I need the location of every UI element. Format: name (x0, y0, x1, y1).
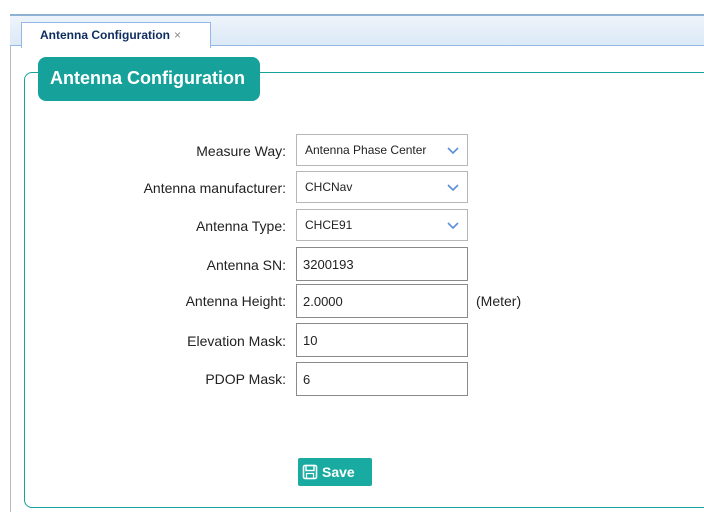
elevation-mask-label: Elevation Mask: (187, 333, 286, 349)
panel-title: Antenna Configuration (38, 57, 260, 101)
measure-way-value: Antenna Phase Center (305, 143, 427, 157)
antenna-type-label: Antenna Type: (195, 218, 286, 234)
manufacturer-label: Antenna manufacturer: (143, 180, 286, 196)
antenna-sn-input[interactable] (296, 247, 468, 281)
antenna-type-value: CHCE91 (305, 218, 353, 232)
tab-antenna-configuration[interactable]: Antenna Configuration × (21, 22, 211, 48)
content-divider (10, 46, 11, 512)
save-icon (302, 464, 318, 480)
save-label: Save (322, 464, 355, 480)
tab-label: Antenna Configuration (40, 28, 170, 42)
measure-way-select[interactable]: Antenna Phase Center (296, 134, 468, 166)
pdop-mask-label: PDOP Mask: (205, 371, 286, 387)
measure-way-label: Measure Way: (196, 143, 286, 159)
antenna-type-select[interactable]: CHCE91 (296, 209, 468, 241)
chevron-down-icon (439, 135, 467, 165)
save-button[interactable]: Save (298, 458, 372, 486)
antenna-height-input[interactable] (296, 284, 468, 318)
antenna-height-unit: (Meter) (476, 293, 522, 309)
tab-close-icon[interactable]: × (174, 28, 181, 42)
antenna-height-label: Antenna Height: (185, 293, 286, 309)
pdop-mask-input[interactable] (296, 362, 468, 396)
manufacturer-select[interactable]: CHCNav (296, 171, 468, 203)
chevron-down-icon (439, 210, 467, 240)
elevation-mask-input[interactable] (296, 323, 468, 357)
manufacturer-value: CHCNav (305, 180, 353, 194)
tab-bar: Antenna Configuration × (10, 14, 704, 48)
antenna-sn-label: Antenna SN: (206, 257, 286, 273)
chevron-down-icon (439, 172, 467, 202)
